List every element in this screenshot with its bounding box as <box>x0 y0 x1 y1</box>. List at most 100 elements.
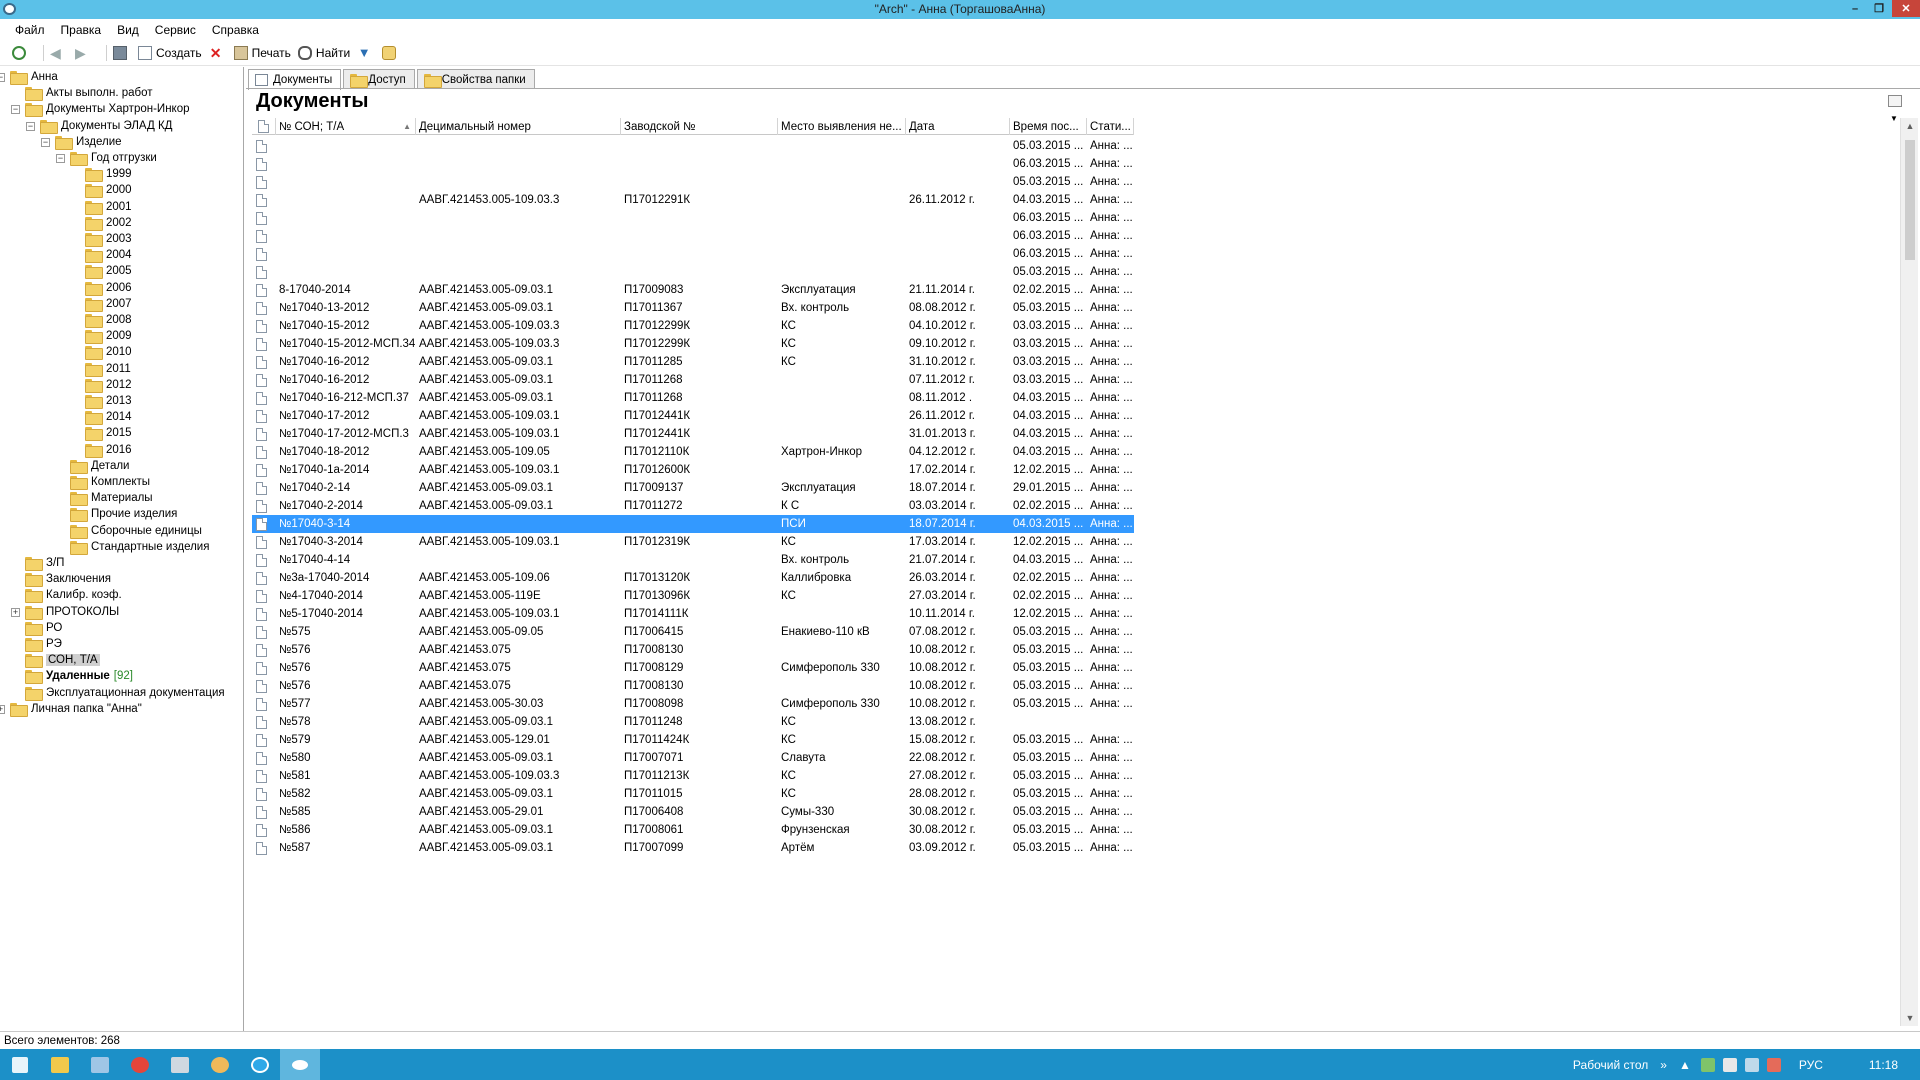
collapse-toggle-icon[interactable]: − <box>56 154 65 163</box>
header-decimal-number[interactable]: Децимальный номер <box>416 118 621 135</box>
tree-node[interactable]: Изделие <box>55 134 122 150</box>
table-row[interactable]: №576 ААВГ.421453.075 П17008130 10.08.2012 г… <box>252 677 1134 695</box>
taskbar-app[interactable] <box>160 1049 200 1080</box>
collapse-toggle-icon[interactable]: − <box>41 137 50 147</box>
scroll-down-arrow-icon[interactable]: ▼ <box>1901 1010 1919 1026</box>
tree-node[interactable]: Анна <box>10 69 58 85</box>
table-row[interactable]: №577 ААВГ.421453.005-30.03 П17008098 Симфер… <box>252 695 1134 713</box>
tree-node[interactable]: Материалы <box>70 490 153 507</box>
header-serial-number[interactable]: Заводской № <box>621 118 778 135</box>
volume-muted-icon[interactable] <box>1766 1057 1781 1072</box>
tree-node[interactable]: СОН, Т/А <box>25 652 100 669</box>
taskbar-app[interactable] <box>120 1049 160 1080</box>
table-row[interactable]: №582 ААВГ.421453.005-09.03.1 П17011015 КС 28… <box>252 785 1134 803</box>
clock[interactable]: 11:18 <box>1869 1058 1898 1072</box>
header-status[interactable]: Стати... <box>1087 118 1134 135</box>
table-row[interactable]: №581 ААВГ.421453.005-109.03.3 П17011213К КС… <box>252 767 1134 785</box>
collapse-toggle-icon[interactable]: − <box>26 121 35 131</box>
tree-node[interactable]: Личная папка "Анна" <box>10 701 142 717</box>
taskbar-app-arch[interactable] <box>280 1049 320 1080</box>
menu-help[interactable]: Справка <box>204 23 267 37</box>
tree-node[interactable]: 2009 <box>85 328 132 345</box>
expand-toggle-icon[interactable]: + <box>11 607 20 617</box>
table-row[interactable]: №17040-3-2014 ААВГ.421453.005-109.03.1 П17… <box>252 533 1134 551</box>
security-icon[interactable] <box>1744 1057 1759 1072</box>
tree-node[interactable]: 2016 <box>85 442 132 458</box>
table-row[interactable]: №17040-17-2012-МСП.3 ААВГ.421453.005-109.… <box>252 425 1134 443</box>
tab-folder-properties[interactable]: Свойства папки <box>416 69 535 89</box>
tree-node[interactable]: Документы ЭЛАД КД <box>40 118 172 134</box>
table-row[interactable]: 06.03.2015 ... Анна: ... <box>252 209 1134 227</box>
table-row[interactable]: №579 ААВГ.421453.005-129.01 П17011424К КС 15… <box>252 731 1134 749</box>
tree-node[interactable]: 2006 <box>85 280 132 296</box>
chevron-right-icon[interactable]: » <box>1660 1058 1667 1072</box>
menu-view[interactable]: Вид <box>109 23 147 37</box>
tab-documents[interactable]: Документы <box>248 69 342 90</box>
table-row[interactable]: 8-17040-2014 ААВГ.421453.005-09.03.1 П1700… <box>252 281 1134 299</box>
table-row[interactable]: 06.03.2015 ... Анна: ... <box>252 227 1134 245</box>
table-row[interactable]: №576 ААВГ.421453.075 П17008129 Симферополь … <box>252 659 1134 677</box>
tree-node[interactable]: 2011 <box>85 361 131 377</box>
taskbar-app[interactable] <box>80 1049 120 1080</box>
header-last-time[interactable]: Время пос... <box>1010 118 1087 135</box>
tree-node[interactable]: 2010 <box>85 344 132 361</box>
header-detection-place[interactable]: Место выявления не... <box>778 118 906 135</box>
menu-file[interactable]: Файл <box>7 23 53 37</box>
scroll-up-arrow-icon[interactable]: ▲ <box>1901 118 1919 134</box>
table-row[interactable]: 05.03.2015 ... Анна: ... <box>252 173 1134 191</box>
restore-button[interactable]: ❐ <box>1868 0 1890 17</box>
tree-node[interactable]: 2007 <box>85 296 132 312</box>
table-row[interactable]: №17040-18-2012 ААВГ.421453.005-109.05 П170… <box>252 443 1134 461</box>
minimize-button[interactable]: – <box>1844 0 1866 17</box>
back-button[interactable]: ◀ <box>50 46 68 60</box>
network-icon[interactable] <box>1700 1057 1715 1072</box>
table-row[interactable]: 05.03.2015 ... Анна: ... <box>252 137 1134 155</box>
forward-button[interactable]: ▶ <box>75 46 93 60</box>
tab-access[interactable]: Доступ <box>343 69 415 89</box>
tree-node[interactable]: Стандартные изделия <box>70 539 209 555</box>
table-row[interactable]: №576 ААВГ.421453.075 П17008130 10.08.2012 г… <box>252 641 1134 659</box>
tree-node[interactable]: 2003 <box>85 231 132 247</box>
taskbar-app[interactable] <box>200 1049 240 1080</box>
table-row[interactable]: №5-17040-2014 ААВГ.421453.005-109.03.1 П17… <box>252 605 1134 623</box>
tree-node[interactable]: 2002 <box>85 215 132 231</box>
language-indicator[interactable]: РУС <box>1799 1058 1823 1072</box>
header-son-number[interactable]: № СОН; Т/А ▲ <box>276 118 416 135</box>
tree-node[interactable]: Сборочные единицы <box>70 523 202 539</box>
header-date[interactable]: Дата <box>906 118 1010 135</box>
table-row[interactable]: №17040-2-14 ААВГ.421453.005-09.03.1 П17009… <box>252 479 1134 497</box>
table-row[interactable]: №17040-1а-2014 ААВГ.421453.005-109.03.1 П1… <box>252 461 1134 479</box>
taskbar-app[interactable] <box>240 1049 280 1080</box>
table-row[interactable]: 06.03.2015 ... Анна: ... <box>252 155 1134 173</box>
table-row[interactable]: №17040-3-14 ПСИ 18.07.2014 г. 04.03.2015 ..… <box>252 515 1134 533</box>
table-row[interactable]: №17040-16-212-МСП.37 ААВГ.421453.005-09.0… <box>252 389 1134 407</box>
scroll-thumb[interactable] <box>1905 140 1915 260</box>
header-icon-column[interactable] <box>252 118 276 135</box>
table-row[interactable]: №575 ААВГ.421453.005-09.05 П17006415 Енакие… <box>252 623 1134 641</box>
table-row[interactable]: №17040-16-2012 ААВГ.421453.005-09.03.1 П17… <box>252 353 1134 371</box>
table-row[interactable]: 05.03.2015 ... Анна: ... <box>252 263 1134 281</box>
menu-edit[interactable]: Правка <box>53 23 110 37</box>
tray-expand-icon[interactable]: ▲ <box>1679 1058 1691 1072</box>
tree-node[interactable]: 2005 <box>85 263 132 280</box>
view-options-button[interactable]: ▼ <box>1888 95 1910 123</box>
tree-node[interactable]: ПРОТОКОЛЫ <box>25 604 119 620</box>
collapse-toggle-icon[interactable]: − <box>11 105 20 115</box>
create-button[interactable]: Создать <box>138 46 202 60</box>
table-row[interactable]: №17040-15-2012 ААВГ.421453.005-109.03.3 П1… <box>252 317 1134 335</box>
settings-button[interactable] <box>382 46 400 60</box>
tree-node[interactable]: Комплекты <box>70 474 150 490</box>
tree-node[interactable]: 2013 <box>85 393 132 409</box>
tree-node[interactable]: 2008 <box>85 312 132 328</box>
tree-node[interactable]: 2014 <box>85 409 132 426</box>
tree-node[interactable]: 2012 <box>85 377 132 393</box>
table-row[interactable]: №3а-17040-2014 ААВГ.421453.005-109.06 П170… <box>252 569 1134 587</box>
table-row[interactable]: №17040-13-2012 ААВГ.421453.005-09.03.1 П17… <box>252 299 1134 317</box>
table-row[interactable]: №17040-17-2012 ААВГ.421453.005-109.03.1 П1… <box>252 407 1134 425</box>
tree-node[interactable]: Документы Хартрон-Инкор <box>25 101 190 118</box>
table-row[interactable]: №17040-16-2012 ААВГ.421453.005-09.03.1 П17… <box>252 371 1134 389</box>
tree-node[interactable]: Детали <box>70 458 129 474</box>
tree-node[interactable]: 2000 <box>85 182 132 199</box>
refresh-button[interactable] <box>12 46 30 60</box>
close-button[interactable]: ✕ <box>1892 0 1920 17</box>
